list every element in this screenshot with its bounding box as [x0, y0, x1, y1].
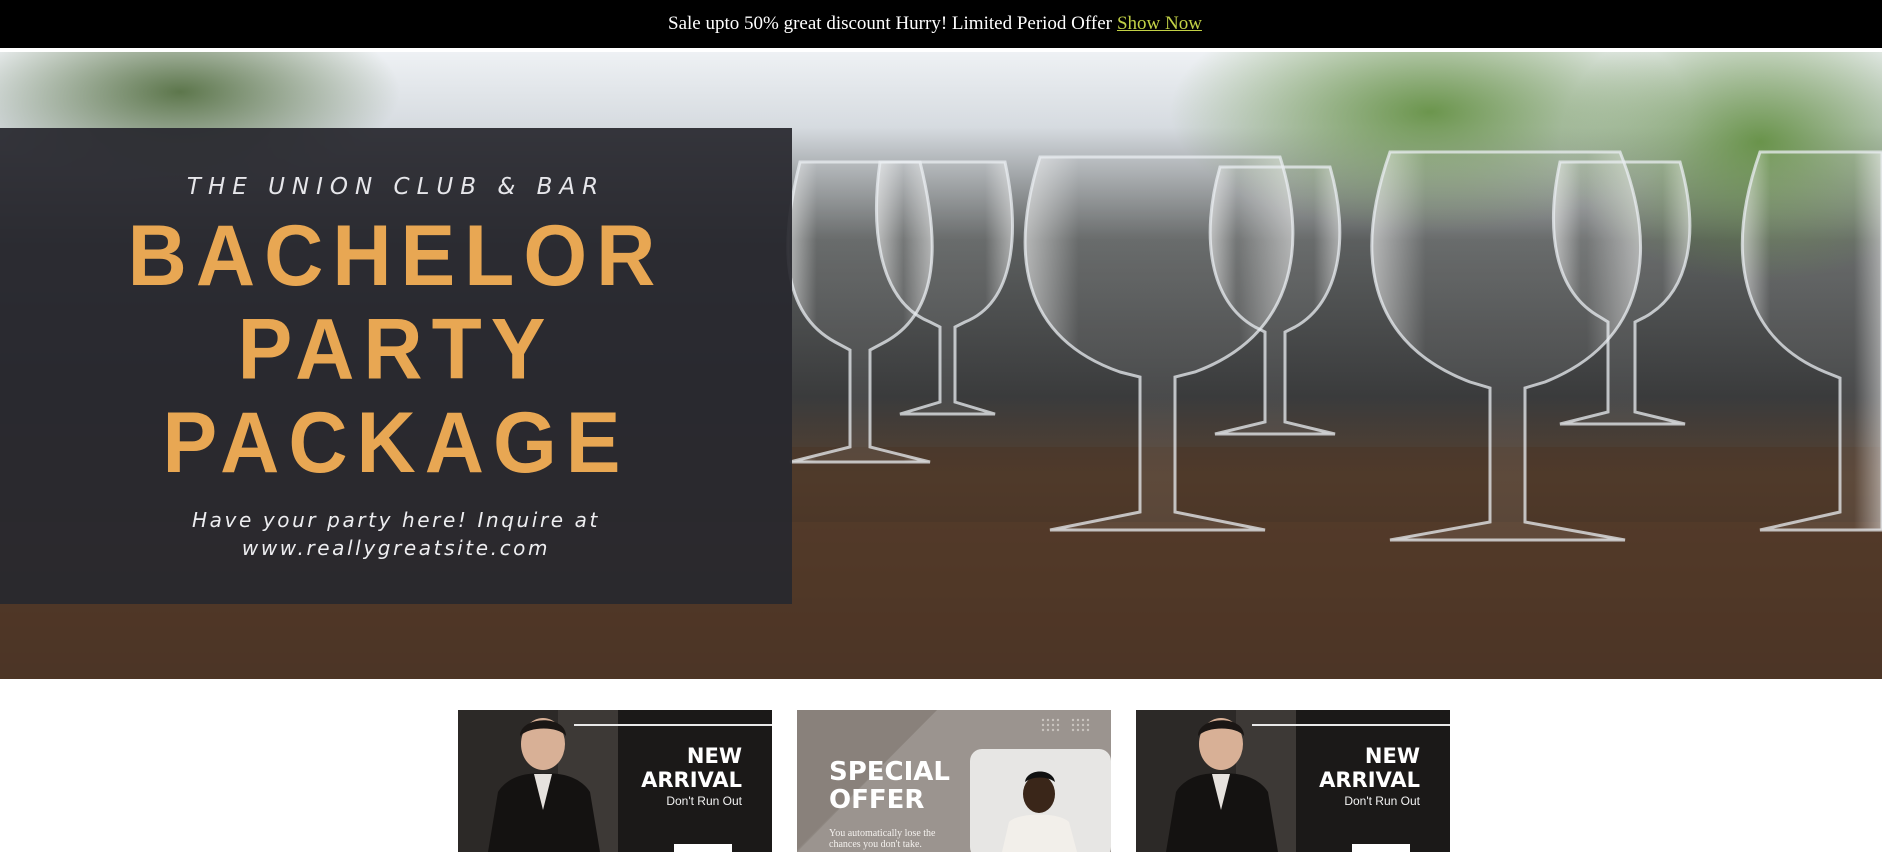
card-subtitle: You automatically lose the chances you d…	[829, 828, 936, 850]
card-subtitle: Don't Run Out	[666, 794, 742, 808]
card-title-line-1: NEW	[686, 744, 742, 768]
card-title-line-2: OFFER	[829, 785, 925, 815]
tagline-website: www.reallygreatsite.com	[241, 536, 551, 560]
promo-card-new-arrival-1[interactable]: NEW ARRIVAL Don't Run Out	[458, 710, 772, 852]
card-title: SPECIAL OFFER	[829, 758, 950, 814]
hero-headline: BACHELOR PARTY PACKAGE	[0, 209, 792, 489]
card-button[interactable]	[674, 844, 732, 852]
hero-banner: THE UNION CLUB & BAR BACHELOR PARTY PACK…	[0, 52, 1882, 679]
headline-line-1: BACHELOR	[127, 208, 665, 304]
tagline-line-1: Have your party here! Inquire at	[192, 508, 600, 532]
promo-bar: Sale upto 50% great discount Hurry! Limi…	[0, 0, 1882, 48]
decorative-line	[1252, 724, 1450, 726]
card-button[interactable]	[1352, 844, 1410, 852]
promo-cards: NEW ARRIVAL Don't Run Out SPECIAL OFFER …	[458, 710, 1450, 852]
card-title-line-1: SPECIAL	[829, 757, 950, 787]
headline-line-3: PACKAGE	[162, 395, 630, 491]
card-title: NEW ARRIVAL	[1319, 744, 1420, 792]
venue-name: THE UNION CLUB & BAR	[186, 174, 606, 200]
card-title-line-1: NEW	[1364, 744, 1420, 768]
card-title-line-2: ARRIVAL	[1319, 768, 1420, 792]
card-subtitle: Don't Run Out	[1344, 794, 1420, 808]
decorative-line	[574, 724, 772, 726]
hero-tagline: Have your party here! Inquire at www.rea…	[0, 506, 792, 562]
card-title-line-2: ARRIVAL	[641, 768, 742, 792]
card-title: NEW ARRIVAL	[641, 744, 742, 792]
show-now-link[interactable]: Show Now	[1117, 13, 1202, 35]
promo-card-new-arrival-2[interactable]: NEW ARRIVAL Don't Run Out	[1136, 710, 1450, 852]
promo-message: Sale upto 50% great discount Hurry! Limi…	[668, 13, 1112, 34]
hero-text-panel: THE UNION CLUB & BAR BACHELOR PARTY PACK…	[0, 128, 792, 604]
headline-line-2: PARTY	[237, 301, 555, 398]
promo-card-special-offer[interactable]: SPECIAL OFFER You automatically lose the…	[797, 710, 1111, 852]
